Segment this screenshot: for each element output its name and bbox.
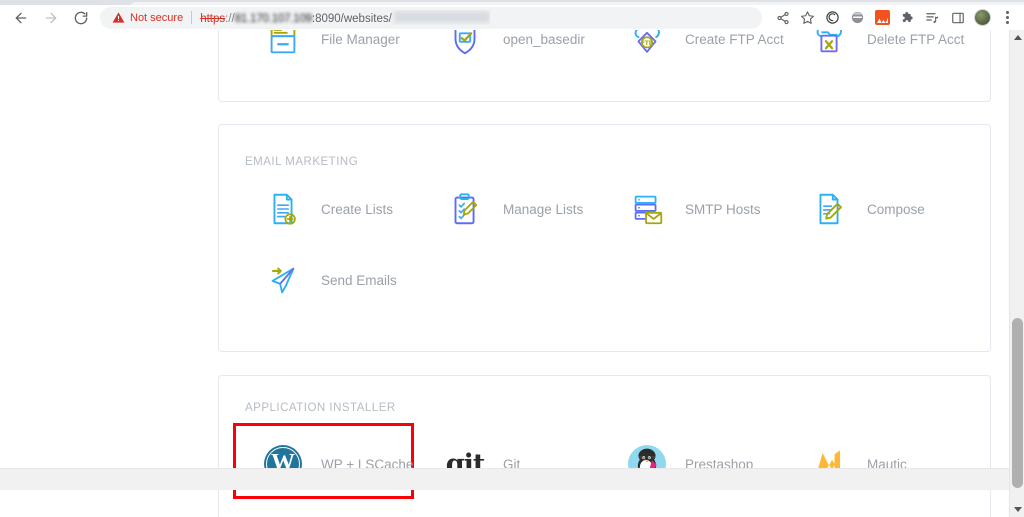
url-separator: :// xyxy=(225,13,235,25)
chrome-menu-icon[interactable] xyxy=(995,5,1020,30)
section-title-email-marketing: EMAIL MARKETING xyxy=(245,156,359,168)
cloud-ftp-create-icon: FTP xyxy=(623,30,671,63)
cloud-ftp-delete-icon xyxy=(805,30,853,63)
extensions-puzzle-icon[interactable] xyxy=(895,5,920,30)
tile-open-basedir[interactable]: open_basedir xyxy=(441,30,585,69)
file-manager-icon xyxy=(259,30,307,63)
svg-text:FTP: FTP xyxy=(641,41,653,47)
page-viewport: File Manager open_basedir FTP Create FTP… xyxy=(0,30,1024,517)
page-bottom-strip xyxy=(0,468,1009,490)
clipboard-edit-icon xyxy=(441,185,489,233)
tile-label: Compose xyxy=(867,201,925,217)
tile-smtp-hosts[interactable]: SMTP Hosts xyxy=(623,179,761,239)
tile-send-emails[interactable]: Send Emails xyxy=(259,250,397,310)
tile-label: Manage Lists xyxy=(503,201,584,217)
scrollbar-thumb[interactable] xyxy=(1012,318,1023,488)
side-panel-icon[interactable] xyxy=(945,5,970,30)
tile-label: open_basedir xyxy=(503,31,585,47)
document-pencil-icon xyxy=(805,185,853,233)
omnibox-divider xyxy=(191,11,193,24)
tile-compose[interactable]: Compose xyxy=(805,179,925,239)
tile-label: Send Emails xyxy=(321,272,397,288)
section-card-files: File Manager open_basedir FTP Create FTP… xyxy=(218,30,991,102)
toolbar-actions xyxy=(770,5,1024,30)
tile-label: SMTP Hosts xyxy=(685,201,761,217)
extension-grammarly-icon[interactable] xyxy=(845,5,870,30)
avatar[interactable] xyxy=(970,5,995,30)
tile-create-ftp-acct[interactable]: FTP Create FTP Acct xyxy=(623,30,784,69)
control-panel-page: File Manager open_basedir FTP Create FTP… xyxy=(0,30,1009,517)
tile-label: File Manager xyxy=(321,31,400,47)
shield-check-icon xyxy=(441,30,489,63)
tile-label: Delete FTP Acct xyxy=(867,31,965,47)
tile-manage-lists[interactable]: Manage Lists xyxy=(441,179,583,239)
url-scheme: https xyxy=(200,13,226,25)
reload-icon[interactable] xyxy=(68,5,94,31)
section-card-application-installer: APPLICATION INSTALLER W WP + LSCache git… xyxy=(218,375,991,517)
section-card-email-marketing: EMAIL MARKETING Create Lists Manage List… xyxy=(218,124,991,352)
url-host: 81.170.107.109 xyxy=(234,13,312,25)
extension-orange-icon[interactable] xyxy=(870,5,895,30)
share-icon[interactable] xyxy=(770,5,795,30)
vertical-scrollbar[interactable] xyxy=(1009,30,1024,517)
bookmark-star-icon[interactable] xyxy=(795,5,820,30)
tile-file-manager[interactable]: File Manager xyxy=(259,30,400,69)
url-redacted-segment xyxy=(393,11,490,23)
warning-triangle-icon xyxy=(112,11,125,24)
url-path: :8090/websites/ xyxy=(311,13,392,25)
scroll-up-arrow-icon[interactable] xyxy=(1010,30,1024,45)
browser-chrome: Not secure https :// 81.170.107.109 :809… xyxy=(0,0,1024,30)
extension-loom-icon[interactable] xyxy=(820,5,845,30)
browser-toolbar: Not secure https :// 81.170.107.109 :809… xyxy=(0,5,1024,30)
reading-list-icon[interactable] xyxy=(920,5,945,30)
server-mail-icon xyxy=(623,185,671,233)
back-icon[interactable] xyxy=(8,5,34,31)
document-add-icon xyxy=(259,185,307,233)
section-title-application-installer: APPLICATION INSTALLER xyxy=(245,402,396,414)
paper-plane-icon xyxy=(259,256,307,304)
forward-icon[interactable] xyxy=(38,5,64,31)
url-text: https :// 81.170.107.109 :8090/websites/ xyxy=(200,10,490,25)
address-bar[interactable]: Not secure https :// 81.170.107.109 :809… xyxy=(100,6,762,29)
security-status-label: Not secure xyxy=(130,11,184,24)
tile-create-lists[interactable]: Create Lists xyxy=(259,179,393,239)
tile-label: Create FTP Acct xyxy=(685,31,784,47)
tile-label: Create Lists xyxy=(321,201,394,217)
tile-delete-ftp-acct[interactable]: Delete FTP Acct xyxy=(805,30,964,69)
scroll-down-arrow-icon[interactable] xyxy=(1010,502,1024,517)
